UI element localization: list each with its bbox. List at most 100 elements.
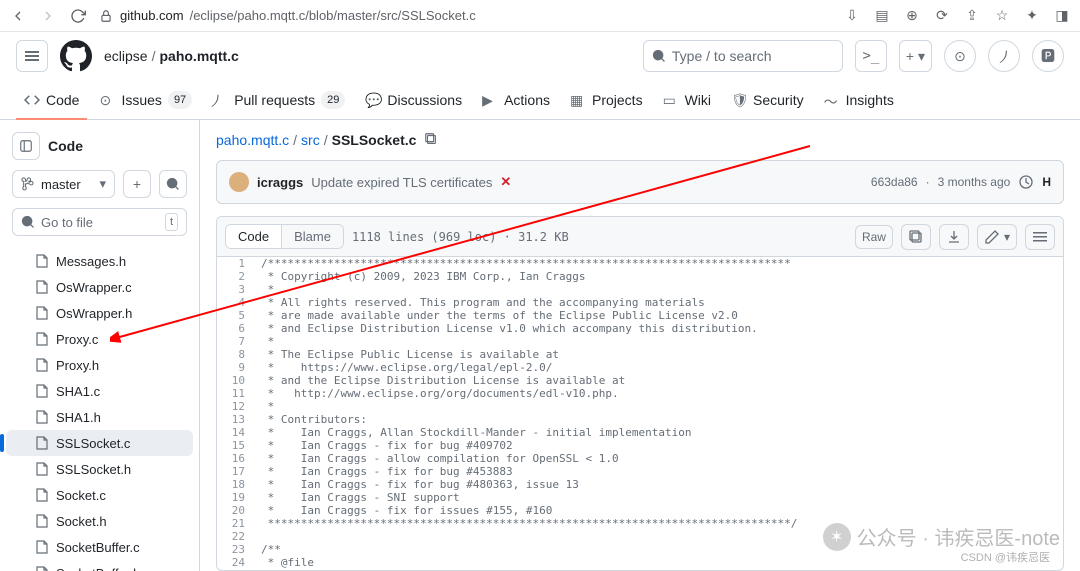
share-icon[interactable]: ⇪ xyxy=(964,8,980,24)
commit-age[interactable]: 3 months ago xyxy=(938,175,1011,189)
edit-button[interactable]: ▾ xyxy=(977,224,1017,250)
latest-commit-bar[interactable]: icraggs Update expired TLS certificates … xyxy=(216,160,1064,204)
line-number[interactable]: 16 xyxy=(217,452,261,465)
command-palette-button[interactable]: >_ xyxy=(855,40,887,72)
line-number[interactable]: 12 xyxy=(217,400,261,413)
notifications-button[interactable]: 🅿 xyxy=(1032,40,1064,72)
copy-path-icon[interactable] xyxy=(424,132,440,148)
raw-button[interactable]: Raw xyxy=(855,225,893,249)
tree-item[interactable]: SocketBuffer.c xyxy=(6,534,193,560)
line-number[interactable]: 7 xyxy=(217,335,261,348)
line-content: /** xyxy=(261,543,281,556)
history-label[interactable]: H xyxy=(1042,175,1051,189)
copy-button[interactable] xyxy=(901,224,931,250)
collapse-tree-button[interactable] xyxy=(12,132,40,160)
line-number[interactable]: 11 xyxy=(217,387,261,400)
github-logo-icon[interactable] xyxy=(60,40,92,72)
add-button[interactable]: + ▾ xyxy=(899,40,932,72)
line-number[interactable]: 23 xyxy=(217,543,261,556)
status-failed-icon[interactable]: ✕ xyxy=(500,174,511,190)
tree-item[interactable]: Proxy.h xyxy=(6,352,193,378)
commit-message[interactable]: Update expired TLS certificates xyxy=(311,175,492,190)
line-number[interactable]: 2 xyxy=(217,270,261,283)
tree-item[interactable]: OsWrapper.c xyxy=(6,274,193,300)
line-number[interactable]: 15 xyxy=(217,439,261,452)
reload-icon[interactable] xyxy=(70,8,86,24)
repo-header: eclipse/paho.mqtt.c Type / to search >_ … xyxy=(0,32,1080,80)
tree-item-label: OsWrapper.h xyxy=(56,306,132,321)
line-number[interactable]: 20 xyxy=(217,504,261,517)
url-bar[interactable]: github.com/eclipse/paho.mqtt.c/blob/mast… xyxy=(98,8,832,24)
add-file-button[interactable]: + xyxy=(123,170,151,198)
path-dir[interactable]: src xyxy=(301,132,320,148)
tab-code-view[interactable]: Code xyxy=(226,225,282,248)
commit-author[interactable]: icraggs xyxy=(257,175,303,190)
more-button[interactable] xyxy=(1025,224,1055,250)
repo-link[interactable]: paho.mqtt.c xyxy=(159,48,238,64)
extension-icon[interactable]: ✦ xyxy=(1024,8,1040,24)
tree-item[interactable]: Proxy.c xyxy=(6,326,193,352)
tab-blame-view[interactable]: Blame xyxy=(282,225,343,248)
line-number[interactable]: 1 xyxy=(217,257,261,270)
org-link[interactable]: eclipse xyxy=(104,48,148,64)
line-number[interactable]: 9 xyxy=(217,361,261,374)
hamburger-button[interactable] xyxy=(16,40,48,72)
download-button[interactable] xyxy=(939,224,969,250)
download-icon[interactable]: ⇩ xyxy=(844,8,860,24)
tab-security[interactable]: 🛡Security xyxy=(723,80,812,119)
tab-pull-requests[interactable]: ⵰Pull requests29 xyxy=(204,80,353,119)
line-number[interactable]: 6 xyxy=(217,322,261,335)
search-input[interactable]: Type / to search xyxy=(643,40,843,72)
tab-actions[interactable]: ▶Actions xyxy=(474,80,558,119)
history-icon[interactable] xyxy=(1018,174,1034,190)
tab-wiki[interactable]: ▭Wiki xyxy=(655,80,719,119)
code-blame-toggle[interactable]: Code Blame xyxy=(225,224,344,249)
project-icon: ▦ xyxy=(570,92,586,108)
star-icon[interactable]: ☆ xyxy=(994,8,1010,24)
watermark: ✶ 公众号 · 讳疾忌医-note xyxy=(823,522,1060,551)
tree-item[interactable]: Messages.h xyxy=(6,248,193,274)
tree-item-label: SHA1.c xyxy=(56,384,100,399)
go-to-file-input[interactable]: Go to file t xyxy=(12,208,187,236)
commit-sha[interactable]: 663da86 xyxy=(871,175,918,189)
line-number[interactable]: 24 xyxy=(217,556,261,569)
line-number[interactable]: 22 xyxy=(217,530,261,543)
tab-discussions[interactable]: 💬Discussions xyxy=(357,80,470,119)
line-number[interactable]: 13 xyxy=(217,413,261,426)
tree-item[interactable]: SSLSocket.h xyxy=(6,456,193,482)
tab-issues[interactable]: ⊙Issues97 xyxy=(91,80,200,119)
tree-item[interactable]: SSLSocket.c xyxy=(6,430,193,456)
path-repo[interactable]: paho.mqtt.c xyxy=(216,132,289,148)
line-number[interactable]: 17 xyxy=(217,465,261,478)
line-number[interactable]: 25 xyxy=(217,569,261,570)
tree-item[interactable]: OsWrapper.h xyxy=(6,300,193,326)
branch-select[interactable]: master ▾ xyxy=(12,170,115,198)
tree-item[interactable]: Socket.c xyxy=(6,482,193,508)
line-number[interactable]: 4 xyxy=(217,296,261,309)
refresh-icon[interactable]: ⟳ xyxy=(934,8,950,24)
translate-icon[interactable]: ▤ xyxy=(874,8,890,24)
tab-code[interactable]: Code xyxy=(16,80,87,119)
issues-shortcut-button[interactable]: ⊙ xyxy=(944,40,976,72)
forward-icon[interactable] xyxy=(40,8,56,24)
line-number[interactable]: 18 xyxy=(217,478,261,491)
tree-item[interactable]: SHA1.h xyxy=(6,404,193,430)
line-number[interactable]: 8 xyxy=(217,348,261,361)
line-number[interactable]: 3 xyxy=(217,283,261,296)
line-number[interactable]: 10 xyxy=(217,374,261,387)
line-number[interactable]: 19 xyxy=(217,491,261,504)
back-icon[interactable] xyxy=(10,8,26,24)
tab-insights[interactable]: 〜Insights xyxy=(816,80,902,119)
zoom-icon[interactable]: ⊕ xyxy=(904,8,920,24)
tree-item[interactable]: Socket.h xyxy=(6,508,193,534)
tree-item[interactable]: SocketBuffer.h xyxy=(6,560,193,571)
pulls-shortcut-button[interactable]: ⵰ xyxy=(988,40,1020,72)
file-tree[interactable]: Messages.hOsWrapper.c OsWrapper.h Proxy.cP… xyxy=(0,244,199,571)
tab-projects[interactable]: ▦Projects xyxy=(562,80,651,119)
sidepanel-icon[interactable]: ◨ xyxy=(1054,8,1070,24)
line-number[interactable]: 14 xyxy=(217,426,261,439)
line-number[interactable]: 5 xyxy=(217,309,261,322)
search-tree-button[interactable] xyxy=(159,170,187,198)
tree-item[interactable]: SHA1.c xyxy=(6,378,193,404)
line-number[interactable]: 21 xyxy=(217,517,261,530)
